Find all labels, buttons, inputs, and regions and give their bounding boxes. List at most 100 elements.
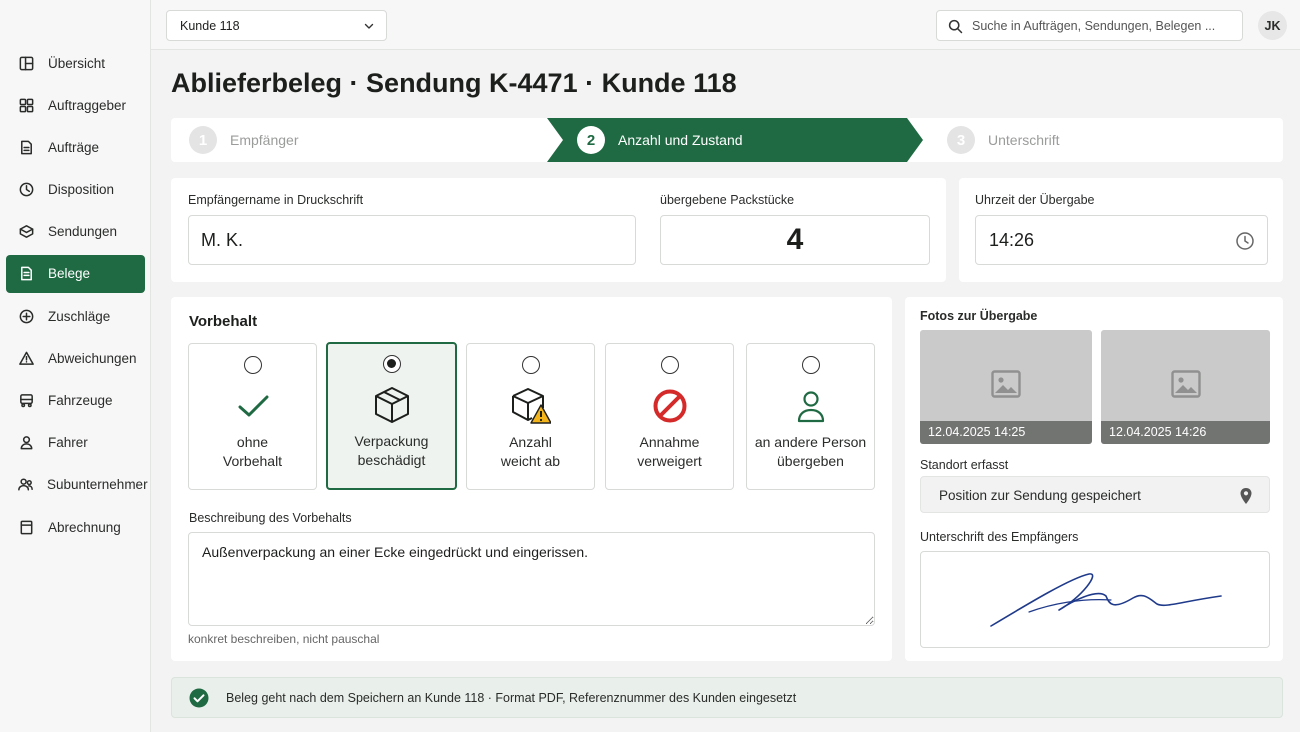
billing-icon [17, 518, 35, 536]
recipient-card: Empfängername in Druckschrift übergebene… [171, 178, 946, 282]
sidebar-item-label: Fahrzeuge [48, 393, 113, 408]
step-unterschrift[interactable]: 3 Unterschrift [947, 118, 1060, 162]
sidebar-item-label: Belege [48, 266, 91, 282]
sidebar-item-label: Zuschläge [48, 308, 111, 324]
sidebar-item-abweichungen[interactable]: Abweichungen [6, 339, 145, 377]
search-box[interactable] [936, 10, 1243, 41]
description-textarea[interactable]: Außenverpackung an einer Ecke eingedrück… [188, 532, 875, 626]
surcharges-icon [17, 307, 35, 325]
packages-label: übergebene Packstücke [660, 193, 795, 207]
prohibited-icon [653, 389, 686, 423]
option-label: Verpackung beschädigt [354, 433, 429, 468]
sidebar-item-sendungen[interactable]: Sendungen [6, 213, 145, 251]
client-select[interactable]: Kunde 118 [166, 10, 387, 41]
location-value: Position zur Sendung gespeichert [939, 488, 1141, 503]
step-number: 2 [577, 126, 605, 154]
sidebar-item-fahrer[interactable]: Fahrer [6, 424, 145, 462]
orders-icon [17, 138, 35, 156]
check-circle-icon [189, 688, 209, 708]
sidebar-item-label: Auftraggeber [48, 97, 127, 113]
client-select-value: Kunde 118 [180, 18, 240, 33]
description-hint: konkret beschreiben, nicht pauschal [188, 632, 380, 646]
radio-button[interactable] [660, 356, 679, 374]
subcontractor-icon [17, 476, 34, 494]
packages-field[interactable] [660, 215, 930, 265]
step-empfaenger[interactable]: 1 Empfänger [189, 118, 298, 162]
step-label: Empfänger [230, 132, 299, 148]
sidebar-item-auftraggeber[interactable]: Auftraggeber [6, 86, 145, 124]
shipments-icon [17, 223, 35, 241]
sidebar: Übersicht Auftraggeber Aufträge Disposit… [0, 0, 151, 732]
photo-caption: 12.04.2025 14:26 [1101, 421, 1270, 444]
handover-time-field[interactable] [975, 215, 1268, 265]
option-ohne-vorbehalt[interactable]: ohne Vorbehalt [188, 343, 317, 490]
sidebar-item-belege[interactable]: Belege [6, 254, 145, 293]
sidebar-item-auftraege[interactable]: Aufträge [6, 128, 145, 166]
reservation-title: Vorbehalt [189, 313, 258, 330]
radio-button[interactable] [243, 356, 262, 374]
recipient-field[interactable] [188, 215, 636, 265]
handover-time-input[interactable] [989, 229, 1267, 251]
sidebar-item-subunternehmer[interactable]: Subunternehmer [6, 466, 148, 504]
box-warning-icon [511, 388, 551, 424]
chevron-down-icon [364, 23, 374, 29]
location-label: Standort erfasst [920, 458, 1009, 472]
recipient-label: Empfängername in Druckschrift [188, 193, 364, 207]
sidebar-item-uebersicht[interactable]: Übersicht [6, 44, 145, 82]
person-icon [797, 391, 824, 423]
photo-caption: 12.04.2025 14:25 [920, 421, 1092, 444]
step-number: 1 [189, 126, 217, 154]
option-label: Annahme verweigert [637, 434, 702, 469]
sidebar-item-label: Abrechnung [48, 519, 121, 535]
sidebar-item-fahrzeuge[interactable]: Fahrzeuge [6, 382, 145, 420]
radio-button[interactable] [521, 356, 540, 374]
topbar: Kunde 118 JK [151, 0, 1300, 50]
vehicle-icon [17, 392, 35, 410]
step-label: Anzahl und Zustand [618, 132, 743, 148]
photos-title: Fotos zur Übergabe [920, 309, 1038, 323]
radio-button-selected[interactable] [382, 355, 401, 373]
sidebar-item-label: Aufträge [48, 139, 100, 155]
sidebar-item-label: Fahrer [48, 435, 88, 451]
reservation-card: Vorbehalt ohne Vorbehalt Verpackung besc… [171, 297, 892, 661]
option-verpackung-beschaedigt[interactable]: Verpackung beschädigt [326, 342, 457, 490]
map-pin-icon [1240, 488, 1252, 504]
banner-text: Beleg geht nach dem Speichern an Kunde 1… [226, 690, 797, 705]
sidebar-item-disposition[interactable]: Disposition [6, 171, 145, 209]
sidebar-item-label: Sendungen [48, 224, 118, 240]
recipient-input[interactable] [201, 229, 635, 251]
damaged-box-icon [374, 387, 409, 423]
location-field[interactable]: Position zur Sendung gespeichert [920, 476, 1270, 513]
photo-thumbnail[interactable]: 12.04.2025 14:25 [920, 330, 1092, 444]
dispatch-icon [17, 181, 35, 199]
option-andere-person[interactable]: an andere Person übergeben [746, 343, 875, 490]
sidebar-item-abrechnung[interactable]: Abrechnung [6, 508, 145, 546]
step-number: 3 [947, 126, 975, 154]
photo-thumbnail[interactable]: 12.04.2025 14:26 [1101, 330, 1270, 444]
driver-icon [17, 434, 35, 452]
sidebar-item-zuschlaege[interactable]: Zuschläge [6, 297, 145, 335]
handover-time-card: Uhrzeit der Übergabe [959, 178, 1283, 282]
warning-icon [17, 349, 35, 367]
sidebar-item-label: Subunternehmer [47, 477, 148, 493]
clock-icon[interactable] [1235, 231, 1255, 251]
sidebar-nav: Übersicht Auftraggeber Aufträge Disposit… [6, 44, 148, 550]
step-label: Unterschrift [988, 132, 1060, 148]
option-annahme-verweigert[interactable]: Annahme verweigert [605, 343, 734, 490]
signature-stroke [990, 573, 1222, 627]
radio-button[interactable] [801, 356, 820, 374]
signature-pad[interactable] [920, 551, 1270, 648]
avatar[interactable]: JK [1258, 11, 1287, 40]
sidebar-item-label: Abweichungen [48, 350, 137, 366]
option-label: an andere Person übergeben [754, 434, 867, 469]
option-anzahl-weicht-ab[interactable]: Anzahl weicht ab [466, 343, 595, 490]
step-anzahl-zustand[interactable]: 2 Anzahl und Zustand [577, 118, 743, 162]
stepper: 1 Empfänger 2 Anzahl und Zustand 3 Unter… [171, 118, 1283, 162]
image-icon [991, 370, 1021, 398]
option-label: Anzahl weicht ab [500, 434, 561, 469]
clients-icon [17, 96, 35, 114]
search-input[interactable] [972, 18, 1242, 33]
description-label: Beschreibung des Vorbehalts [189, 511, 352, 525]
option-label: ohne Vorbehalt [222, 434, 283, 469]
packages-input[interactable] [661, 223, 929, 257]
